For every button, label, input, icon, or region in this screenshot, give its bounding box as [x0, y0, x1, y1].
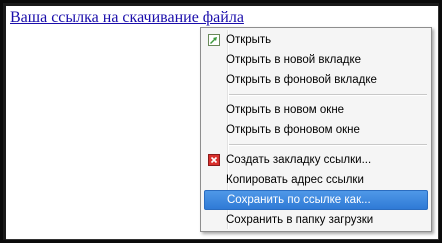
menu-item-save-to-downloads[interactable]: Сохранить в папку загрузки — [204, 210, 428, 230]
menu-item-copy-link-address[interactable]: Копировать адрес ссылки — [204, 170, 428, 190]
menu-separator — [229, 144, 427, 146]
menu-item-label: Сохранить по ссылке как... — [227, 194, 371, 206]
menu-item-open-new-window[interactable]: Открыть в новом окне — [204, 100, 428, 120]
download-link[interactable]: Ваша ссылка на скачивание файла — [10, 9, 244, 27]
menu-item-label: Создать закладку ссылки... — [226, 154, 372, 166]
context-menu: Открыть Открыть в новой вкладке Открыть … — [200, 27, 432, 232]
open-icon — [208, 34, 220, 46]
bookmark-icon — [208, 154, 220, 166]
menu-item-bookmark-link[interactable]: Создать закладку ссылки... — [204, 150, 428, 170]
menu-item-label: Открыть в новом окне — [226, 104, 345, 116]
menu-item-label: Открыть в новой вкладке — [226, 54, 362, 66]
menu-item-open-new-tab[interactable]: Открыть в новой вкладке — [204, 50, 428, 70]
menu-item-open-background-tab[interactable]: Открыть в фоновой вкладке — [204, 70, 428, 90]
menu-item-label: Открыть в фоновом окне — [226, 124, 360, 136]
menu-separator — [229, 94, 427, 96]
menu-item-label: Открыть — [226, 34, 272, 46]
menu-item-label: Открыть в фоновой вкладке — [226, 74, 377, 86]
menu-item-save-link-as[interactable]: Сохранить по ссылке как... — [204, 190, 428, 210]
menu-item-open-background-window[interactable]: Открыть в фоновом окне — [204, 120, 428, 140]
menu-item-label: Сохранить в папку загрузки — [226, 214, 374, 226]
menu-item-label: Копировать адрес ссылки — [226, 174, 364, 186]
menu-item-open[interactable]: Открыть — [204, 30, 428, 50]
